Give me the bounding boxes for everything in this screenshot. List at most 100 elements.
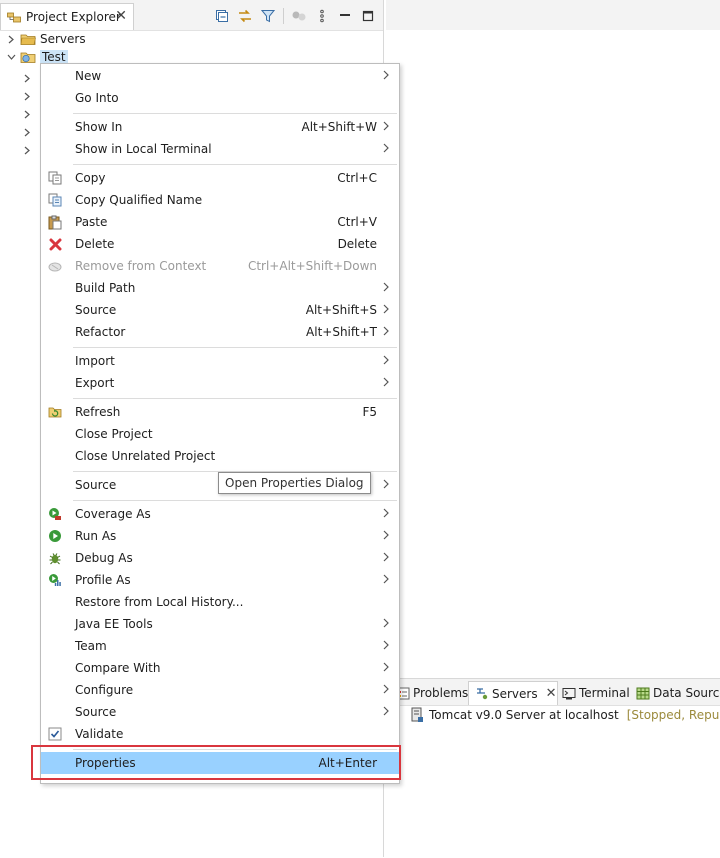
link-with-editor-button[interactable]: [235, 6, 255, 26]
menu-item-profile-as[interactable]: Profile As: [41, 569, 399, 591]
folder-icon: [20, 34, 36, 45]
editor-area[interactable]: [386, 30, 720, 677]
menu-item-close-unrelated-project[interactable]: Close Unrelated Project: [41, 445, 399, 467]
chevron-right-icon: [383, 355, 389, 365]
debug-icon: [47, 550, 63, 566]
menu-item-source[interactable]: Source Alt+Shift+S: [41, 299, 399, 321]
menu-item-import[interactable]: Import: [41, 350, 399, 372]
tomcat-server-icon: [411, 707, 423, 722]
menu-item-export[interactable]: Export: [41, 372, 399, 394]
servers-panel: Problems Servers ✕ Terminal Data Source …: [386, 678, 720, 858]
tab-problems[interactable]: Problems: [396, 681, 468, 705]
chevron-right-icon[interactable]: [6, 34, 16, 44]
tree-item-label: Servers: [40, 32, 86, 46]
tab-terminal[interactable]: Terminal: [562, 681, 630, 705]
menu-item-remove-from-context: Remove from Context Ctrl+Alt+Shift+Down: [41, 255, 399, 277]
menu-item-label: Configure: [75, 683, 134, 697]
vertical-dots-icon: [320, 9, 324, 23]
menu-item-show-in[interactable]: Show In Alt+Shift+W: [41, 116, 399, 138]
delete-icon: [47, 236, 63, 252]
menu-item-shortcut: Alt+Shift+S: [305, 303, 377, 317]
menu-item-properties[interactable]: Properties Alt+Enter: [41, 752, 399, 774]
menu-item-restore-from-local-history[interactable]: Restore from Local History...: [41, 591, 399, 613]
copy-qualified-name-icon: [47, 192, 63, 208]
focus-task-button[interactable]: [289, 6, 309, 26]
menu-item-label: Source: [75, 303, 117, 317]
menu-item-java-ee-tools[interactable]: Java EE Tools: [41, 613, 399, 635]
chevron-right-icon: [383, 662, 389, 672]
collapse-all-icon: [216, 10, 228, 22]
chevron-down-icon[interactable]: [6, 52, 16, 62]
menu-item-debug-as[interactable]: Debug As: [41, 547, 399, 569]
menu-item-copy-qualified-name[interactable]: Copy Qualified Name: [41, 189, 399, 211]
menu-item-label: Coverage As: [75, 507, 151, 521]
tree-item-servers[interactable]: Servers: [6, 30, 86, 48]
tree-child-item[interactable]: [22, 141, 32, 159]
tab-data-source[interactable]: Data Source: [636, 681, 720, 705]
tree-child-item[interactable]: [22, 123, 32, 141]
menu-item-label: Copy Qualified Name: [75, 193, 203, 207]
tab-servers[interactable]: Servers ✕: [468, 681, 558, 705]
close-icon[interactable]: ✕: [546, 686, 557, 701]
project-explorer-tab[interactable]: Project Explorer ✕: [0, 3, 134, 30]
menu-item-refresh[interactable]: Refresh F5: [41, 401, 399, 423]
menu-item-paste[interactable]: Paste Ctrl+V: [41, 211, 399, 233]
menu-separator: [73, 749, 397, 750]
menu-item-delete[interactable]: Delete Delete: [41, 233, 399, 255]
chevron-right-icon: [383, 640, 389, 650]
tree-child-item[interactable]: [22, 87, 32, 105]
menu-item-shortcut: Alt+Enter: [318, 756, 377, 770]
chevron-right-icon: [383, 706, 389, 716]
menu-item-run-as[interactable]: Run As: [41, 525, 399, 547]
close-icon[interactable]: ✕: [115, 9, 127, 23]
menu-item-compare-with[interactable]: Compare With: [41, 657, 399, 679]
minimize-button[interactable]: [335, 6, 355, 26]
chevron-right-icon[interactable]: [22, 109, 32, 119]
tab-label: Problems: [413, 686, 469, 700]
menu-item-shortcut: Ctrl+Alt+Shift+Down: [247, 259, 377, 273]
toolbar-separator: [283, 8, 284, 24]
menu-item-coverage-as[interactable]: Coverage As: [41, 503, 399, 525]
menu-item-shortcut: Alt+Shift+W: [301, 120, 378, 134]
minimize-icon: [340, 14, 350, 16]
menu-item-show-in-local-terminal[interactable]: Show in Local Terminal: [41, 138, 399, 160]
menu-item-label: Refresh: [75, 405, 121, 419]
menu-item-refactor[interactable]: Refactor Alt+Shift+T: [41, 321, 399, 343]
menu-separator: [73, 500, 397, 501]
menu-item-copy[interactable]: Copy Ctrl+C: [41, 167, 399, 189]
chevron-right-icon: [383, 70, 389, 80]
refresh-icon: [47, 404, 63, 420]
menu-item-label: Properties: [75, 756, 136, 770]
server-list-item[interactable]: Tomcat v9.0 Server at localhost [Stopped…: [410, 707, 720, 723]
menu-item-new[interactable]: New: [41, 65, 399, 87]
project-explorer-tabbar: Project Explorer ✕: [0, 0, 383, 31]
chevron-right-icon[interactable]: [22, 91, 32, 101]
tab-label: Servers: [492, 686, 538, 701]
menu-item-label: Export: [75, 376, 115, 390]
remove-context-icon: [47, 258, 63, 274]
menu-item-build-path[interactable]: Build Path: [41, 277, 399, 299]
tab-label: Data Source: [653, 686, 720, 700]
menu-item-team[interactable]: Team: [41, 635, 399, 657]
menu-separator: [73, 347, 397, 348]
chevron-right-icon[interactable]: [22, 145, 32, 155]
chevron-right-icon[interactable]: [22, 127, 32, 137]
menu-item-label: Remove from Context: [75, 259, 207, 273]
collapse-all-button[interactable]: [212, 6, 232, 26]
menu-item-configure[interactable]: Configure: [41, 679, 399, 701]
menu-item-go-into[interactable]: Go Into: [41, 87, 399, 109]
chevron-right-icon: [383, 304, 389, 314]
chevron-right-icon[interactable]: [22, 73, 32, 83]
menu-item-source-3[interactable]: Source: [41, 701, 399, 723]
server-status: [Stopped, Republish]: [626, 708, 720, 722]
tree-item-label: Test: [40, 50, 68, 64]
chevron-right-icon: [383, 684, 389, 694]
maximize-button[interactable]: [358, 6, 378, 26]
terminal-icon: [562, 687, 576, 699]
view-menu-button[interactable]: [312, 6, 332, 26]
tree-child-item[interactable]: [22, 105, 32, 123]
menu-item-close-project[interactable]: Close Project: [41, 423, 399, 445]
tree-child-item[interactable]: [22, 69, 32, 87]
filter-button[interactable]: [258, 6, 278, 26]
menu-item-validate[interactable]: Validate: [41, 723, 399, 745]
